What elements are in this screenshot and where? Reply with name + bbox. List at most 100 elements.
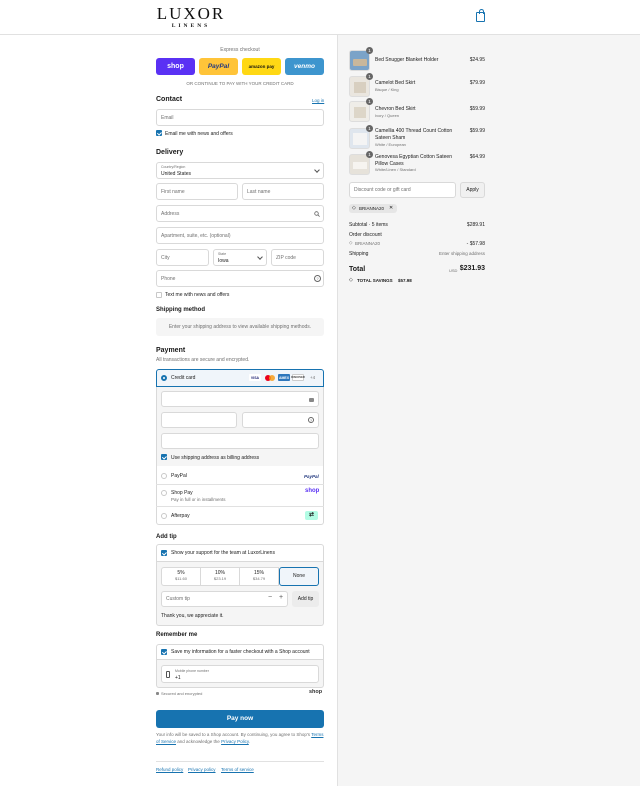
mastercard-icon xyxy=(265,375,275,381)
shop-pay-express-button[interactable]: shop xyxy=(156,58,195,75)
shop-pay-radio[interactable] xyxy=(161,490,167,496)
express-checkout-title: Express checkout xyxy=(220,47,260,53)
help-icon[interactable]: ? xyxy=(308,417,314,423)
refund-policy-link[interactable]: Refund policy xyxy=(156,767,183,772)
quantity-badge: 1 xyxy=(366,47,373,54)
tip-option-none[interactable]: None xyxy=(279,567,319,586)
cart-item-price: $59.99 xyxy=(469,106,485,112)
cart-item-name: Camellia 400 Thread Count Cotton Sateen … xyxy=(375,128,453,141)
shipping-method-placeholder: Enter your shipping address to view avai… xyxy=(156,318,324,336)
order-discount-code: BRIANNA20 xyxy=(355,241,381,246)
custom-tip-field[interactable]: Custom tip − + xyxy=(161,591,288,607)
country-value: United States xyxy=(161,171,192,177)
tip-support-checkbox[interactable] xyxy=(161,550,167,556)
pay-now-button[interactable]: Pay now xyxy=(156,710,324,728)
subtotal-label: Subtotal · 5 items xyxy=(349,222,388,228)
visa-icon: VISA xyxy=(249,374,261,381)
order-discount-value: - $57.98 xyxy=(466,241,485,247)
venmo-express-button[interactable]: venmo xyxy=(285,58,324,75)
cart-bag-icon[interactable] xyxy=(476,9,485,22)
phone-placeholder: Phone xyxy=(161,275,176,282)
login-link[interactable]: Log in xyxy=(312,98,324,103)
mobile-phone-field[interactable]: Mobile phone number +1 xyxy=(161,665,319,683)
first-name-field[interactable]: First name xyxy=(156,183,238,200)
tip-thanks-text: Thank you, we appreciate it. xyxy=(161,613,224,619)
paypal-radio[interactable] xyxy=(161,473,167,479)
tip-option-15[interactable]: 15% $34.79 xyxy=(239,567,279,586)
shop-pay-subtitle: Pay in full or in installments xyxy=(171,497,226,502)
discount-code-field[interactable]: Discount code or gift card xyxy=(349,182,456,198)
first-name-placeholder: First name xyxy=(161,188,185,195)
email-field[interactable]: Email xyxy=(156,109,324,126)
shipping-method-heading: Shipping method xyxy=(156,307,205,313)
cart-item-variant: Ivory / Queen xyxy=(375,113,400,118)
paypal-express-button[interactable]: PayPal xyxy=(199,58,238,75)
terms-of-service-link[interactable]: Terms of service xyxy=(221,767,254,772)
amazon-pay-label: amazon pay xyxy=(248,64,275,69)
phone-field[interactable]: Phone ? xyxy=(156,270,324,287)
apply-discount-button[interactable]: Apply xyxy=(460,182,485,198)
cart-item-name: Bed Snugger Blanket Holder xyxy=(375,57,439,63)
expiry-field[interactable] xyxy=(161,412,237,428)
save-info-checkbox[interactable] xyxy=(161,649,167,655)
cart-item-name: Chevron Bed Skirt xyxy=(375,106,416,112)
cart-item-price: $59.99 xyxy=(469,128,485,134)
state-label: State xyxy=(218,252,227,256)
cart-item-name: Genovesa Egyptian Cotton Sateen Pillow C… xyxy=(375,154,452,167)
email-news-label: Email me with news and offers xyxy=(165,131,233,137)
country-select[interactable]: Country/Region United States xyxy=(156,162,324,179)
lock-icon xyxy=(309,398,314,402)
discount-placeholder: Discount code or gift card xyxy=(354,187,411,193)
secure-text: Secured and encrypted xyxy=(161,691,203,696)
shop-logo: shop xyxy=(309,689,323,695)
cart-item-price: $64.99 xyxy=(469,154,485,160)
privacy-policy-link[interactable]: Privacy policy xyxy=(188,767,216,772)
terms-text: Your info will be saved to a Shop accoun… xyxy=(156,732,324,745)
tag-icon: ◇ xyxy=(349,240,353,245)
last-name-placeholder: Last name xyxy=(247,188,271,195)
shop-pay-label: Shop Pay xyxy=(171,490,193,496)
add-tip-button[interactable]: Add tip xyxy=(292,591,319,607)
name-on-card-field[interactable] xyxy=(161,433,319,449)
card-number-field[interactable] xyxy=(161,391,319,407)
billing-checkbox[interactable] xyxy=(161,454,167,460)
paypal-option-label: PayPal xyxy=(171,473,187,479)
total-label: Total xyxy=(349,266,366,273)
logo-name: LUXOR xyxy=(156,4,226,23)
last-name-field[interactable]: Last name xyxy=(242,183,324,200)
plus-icon[interactable]: + xyxy=(279,594,283,601)
afterpay-radio[interactable] xyxy=(161,513,167,519)
save-info-label: Save my information for a faster checkou… xyxy=(171,649,310,655)
state-select[interactable]: State Iowa xyxy=(213,249,267,266)
contact-heading: Contact xyxy=(156,96,183,103)
tip-heading: Add tip xyxy=(156,534,177,540)
address-field[interactable]: Address xyxy=(156,205,324,222)
help-icon[interactable]: ? xyxy=(314,275,321,282)
cart-item-price: $79.99 xyxy=(469,80,485,86)
country-label: Country/Region xyxy=(161,165,186,169)
cvv-field[interactable]: ? xyxy=(242,412,319,428)
tip-option-10[interactable]: 10% $23.19 xyxy=(200,567,240,586)
terms-mid: and acknowledge the xyxy=(177,738,220,744)
delivery-heading: Delivery xyxy=(156,149,184,156)
terms-pre: Your info will be saved to a Shop accoun… xyxy=(156,732,311,737)
store-logo[interactable]: LUXOR LINENS xyxy=(156,5,226,29)
city-field[interactable]: City xyxy=(156,249,209,266)
remove-discount-icon[interactable]: ✕ xyxy=(389,205,393,211)
tip-option-5[interactable]: 5% $11.60 xyxy=(161,567,201,586)
shop-privacy-link[interactable]: Privacy Policy xyxy=(221,739,249,744)
terms-end: . xyxy=(248,738,251,744)
email-news-checkbox[interactable] xyxy=(156,130,162,136)
text-news-checkbox[interactable] xyxy=(156,292,162,298)
quantity-badge: 1 xyxy=(366,73,373,80)
lock-icon xyxy=(156,692,159,695)
amazon-pay-express-button[interactable]: amazon pay xyxy=(242,58,281,75)
minus-icon[interactable]: − xyxy=(268,594,272,601)
discover-icon: DISCOVER xyxy=(291,374,305,381)
afterpay-label: Afterpay xyxy=(171,513,190,519)
apartment-field[interactable]: Apartment, suite, etc. (optional) xyxy=(156,227,324,244)
quantity-badge: 1 xyxy=(366,151,373,158)
shipping-value: Enter shipping address xyxy=(438,251,485,256)
zip-field[interactable]: ZIP code xyxy=(271,249,324,266)
credit-card-radio[interactable] xyxy=(161,375,167,381)
